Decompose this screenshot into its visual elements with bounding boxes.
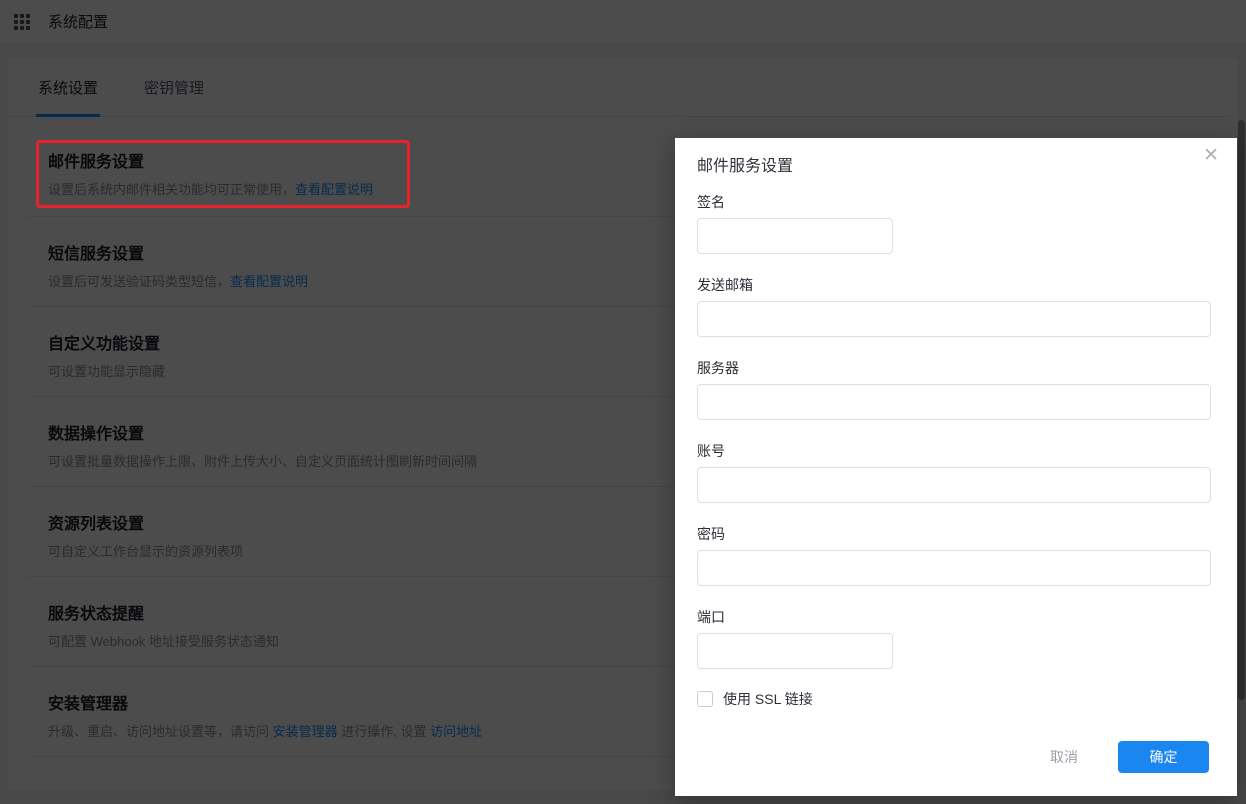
- sender-email-label: 发送邮箱: [697, 277, 753, 293]
- server-input[interactable]: [697, 384, 1211, 420]
- port-input[interactable]: [697, 633, 893, 669]
- signature-input[interactable]: [697, 218, 893, 254]
- close-icon[interactable]: ✕: [1203, 144, 1219, 168]
- password-input[interactable]: [697, 550, 1211, 586]
- field-sender-email: 发送邮箱: [697, 276, 1211, 337]
- ssl-checkbox[interactable]: [697, 691, 713, 707]
- field-server: 服务器: [697, 359, 1211, 420]
- field-password: 密码: [697, 525, 1211, 586]
- account-label: 账号: [697, 443, 725, 459]
- dialog-title: 邮件服务设置: [697, 158, 794, 175]
- ssl-checkbox-label: 使用 SSL 链接: [723, 691, 813, 707]
- signature-label: 签名: [697, 194, 725, 210]
- field-signature: 签名: [697, 193, 1211, 254]
- ssl-checkbox-row[interactable]: 使用 SSL 链接: [697, 689, 1211, 709]
- dialog-footer: 取消 确定: [1050, 741, 1209, 773]
- confirm-button[interactable]: 确定: [1118, 741, 1209, 773]
- account-input[interactable]: [697, 467, 1211, 503]
- sender-email-input[interactable]: [697, 301, 1211, 337]
- dialog-body: 签名 发送邮箱 服务器 账号 密码 端口 使用 SSL 链接: [675, 193, 1237, 709]
- field-account: 账号: [697, 442, 1211, 503]
- server-label: 服务器: [697, 360, 739, 376]
- field-port: 端口: [697, 608, 1211, 669]
- port-label: 端口: [697, 609, 725, 625]
- mail-settings-dialog: ✕ 邮件服务设置 签名 发送邮箱 服务器 账号 密码 端口 使用 SSL 链接 …: [675, 138, 1237, 796]
- cancel-button[interactable]: 取消: [1050, 747, 1078, 767]
- password-label: 密码: [697, 526, 725, 542]
